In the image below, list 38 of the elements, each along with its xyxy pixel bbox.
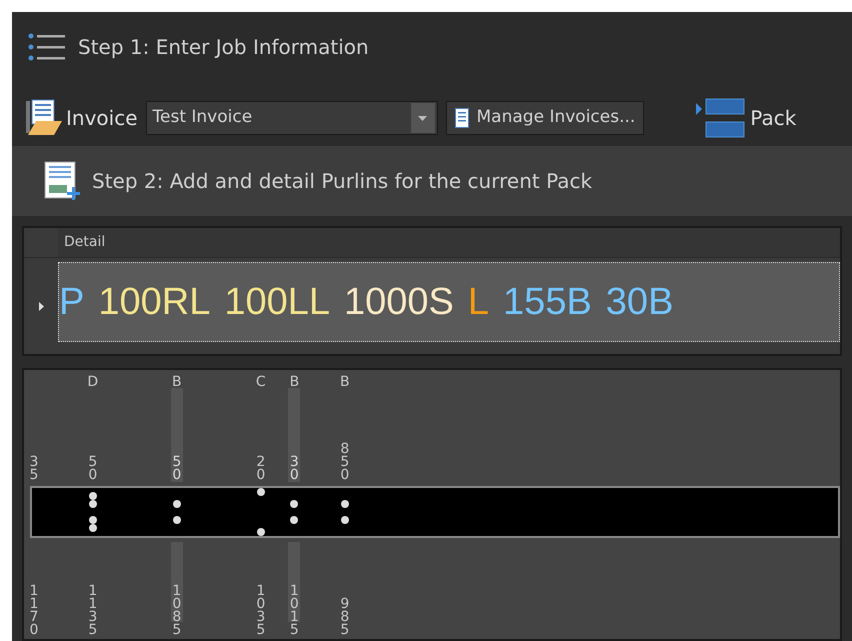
detail-cell[interactable]: P 100RL 100LL 1000S L 155B 30B <box>58 262 840 342</box>
position-value: 1015 <box>288 585 300 637</box>
position-value: 1035 <box>255 585 266 637</box>
spacing-value: 50 <box>170 456 183 482</box>
code-token: 30B <box>606 280 674 324</box>
code-token: 100RL <box>98 280 210 324</box>
hole-type-label: B <box>338 373 351 392</box>
document-icon <box>454 108 469 128</box>
hole-type-label: B <box>288 373 300 392</box>
spacing-value: 35 <box>28 456 40 482</box>
position-value: 1085 <box>171 585 182 637</box>
spacing-value: 50 <box>87 456 98 482</box>
menu-icon <box>28 33 66 61</box>
folder-document-icon <box>24 99 64 137</box>
manage-invoices-button[interactable]: Manage Invoices... <box>446 101 644 135</box>
column-header: Detail <box>63 233 106 252</box>
hole-type-label: B <box>170 373 183 392</box>
step-title: Step 2: Add and detail Purlins for the current Pack <box>92 168 592 195</box>
pack-icon <box>696 98 746 138</box>
position-value: 1135 <box>87 585 98 637</box>
invoice-label: Invoice <box>66 105 138 132</box>
position-value: 985 <box>339 598 350 637</box>
invoice-dropdown[interactable]: Test Invoice <box>146 101 438 135</box>
code-token: L <box>468 280 490 324</box>
position-value: 1170 <box>28 585 40 637</box>
hole-type-label: D <box>86 373 99 392</box>
step-title: Step 1: Enter Job Information <box>78 34 369 61</box>
hole-type-label: C <box>254 373 267 392</box>
spacing-value: 20 <box>255 456 266 482</box>
code-token: 155B <box>503 280 592 324</box>
spacing-value: 30 <box>288 456 300 482</box>
code-token: P <box>59 280 84 324</box>
add-document-icon <box>44 161 82 201</box>
pack-label: Pack <box>750 105 796 132</box>
caret-icon <box>418 116 428 120</box>
code-token: 100LL <box>224 280 330 324</box>
code-token: 1000S <box>344 280 454 324</box>
spacing-value: 850 <box>339 443 350 482</box>
